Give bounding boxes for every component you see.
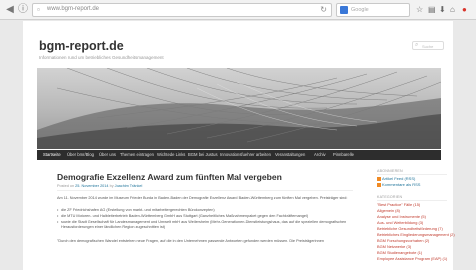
rss-icon (377, 182, 381, 187)
address-bar[interactable]: ▫ www.bgm-report.de ↻ (32, 3, 332, 17)
back-icon[interactable]: ◀ (4, 4, 16, 16)
main-navigation: Startseite Über bmr/Blog Über uns Themen… (37, 150, 441, 160)
post-closing: "Durch den demografischen Wandel entsteh… (57, 239, 324, 243)
category-item[interactable]: Aus- und Weiterbildung (3) (377, 220, 423, 225)
magnifier-icon: ⌕ (415, 42, 419, 48)
post-meta: Posted on 25. November 2014 by Joachim T… (57, 184, 142, 188)
info-icon[interactable]: ⓘ (17, 4, 29, 16)
sidebar-divider (377, 200, 447, 201)
post-bullet: die MTU Motoren- und Halbleiterbetrieb B… (57, 214, 351, 219)
category-item[interactable]: BGM Netzwerke (3) (377, 244, 411, 249)
category-item[interactable]: BGM Studienangebote (1) (377, 250, 422, 255)
nav-item-links[interactable]: Wichtede Links (157, 152, 185, 158)
browser-search-placeholder: Google (351, 7, 369, 13)
browser-toolbar: ◀ ⓘ ▫ www.bgm-report.de ↻ Google ☆ ▤ ⬇ ⌂… (0, 0, 476, 20)
reading-list-icon[interactable]: ▤ (428, 5, 436, 15)
post-author-link[interactable]: Joachim Tränkel (115, 184, 143, 188)
site-search-input[interactable]: ⌕ Suche (412, 41, 444, 50)
nav-item-innovation[interactable]: Innovationsfuehrer arbeiten (220, 152, 271, 158)
nav-item-blog[interactable]: Über bmr/Blog (67, 152, 94, 158)
category-item[interactable]: Betriebliches Eingliederungsmanagement (… (377, 232, 455, 237)
post-date-link[interactable]: 25. November 2014 (75, 184, 108, 188)
post-divider (57, 190, 353, 191)
nav-item-veranstaltungen[interactable]: Veranstaltungen (275, 152, 305, 158)
url-text: www.bgm-report.de (47, 6, 100, 12)
bookmark-star-icon[interactable]: ☆ (416, 5, 423, 15)
page-icon: ▫ (37, 5, 40, 14)
nav-item-ueber-uns[interactable]: Über uns (99, 152, 116, 158)
post-meta-prefix: Posted on (57, 184, 75, 188)
nav-item-pinnbarelle[interactable]: Pinnbarelle (333, 152, 354, 158)
addon-icon[interactable]: ● (462, 5, 467, 15)
site-search-placeholder: Suche (422, 44, 434, 49)
category-item[interactable]: Betriebliche Gesundheitsförderung (7) (377, 226, 443, 231)
site-title[interactable]: bgm-report.de (39, 39, 124, 53)
header-image (37, 68, 441, 149)
category-item[interactable]: Analyse und Instrumente (5) (377, 214, 426, 219)
home-icon[interactable]: ⌂ (450, 5, 455, 15)
browser-search-box[interactable]: Google (336, 3, 410, 17)
category-item[interactable]: Allgemein (8) (377, 208, 400, 213)
site-tagline: Informationen rund um betriebliches Gesu… (39, 55, 164, 60)
search-engine-icon (340, 6, 348, 14)
rss-link-label: Artikel Feed (RSS) (382, 176, 416, 181)
nav-item-startseite[interactable]: Startseite (43, 152, 61, 158)
post-bullet: die ZF Friedrichshafen AG (Erstellung vo… (57, 208, 351, 213)
category-item[interactable]: "Best Practice" Fälle (15) (377, 202, 420, 207)
post-meta-by: by (109, 184, 114, 188)
reload-icon[interactable]: ↻ (320, 5, 327, 14)
nav-item-bgm[interactable]: BGM bei Justus (188, 152, 218, 158)
category-item[interactable]: BGM Forschungsvorhaben (2) (377, 238, 429, 243)
rss-link-comments[interactable]: Kommentare als RSS (377, 182, 420, 188)
nav-item-archiv[interactable]: Archiv (314, 152, 326, 158)
download-icon[interactable]: ⬇ (439, 5, 446, 15)
category-item[interactable]: Employee Assistance Program (EAP) (1) (377, 256, 447, 261)
rss-icon (377, 176, 381, 181)
post-title[interactable]: Demografie Exzellenz Award zum fünften M… (57, 172, 282, 182)
categories-heading: KATEGORIEN (377, 195, 403, 199)
web-page: bgm-report.de Informationen rund um betr… (23, 21, 455, 270)
rss-heading: ABONNIEREN (377, 169, 403, 173)
post-bullet: sowie die Stadt Gesellschaft für Landesm… (57, 220, 351, 230)
sidebar-divider (377, 174, 447, 175)
fishing-net-image (37, 68, 441, 149)
nav-item-themen[interactable]: Themen eintragen (120, 152, 154, 158)
post-intro: Am 11. November 2014 wurde im Museum Fri… (57, 196, 348, 200)
rss-link-label: Kommentare als RSS (382, 182, 421, 187)
